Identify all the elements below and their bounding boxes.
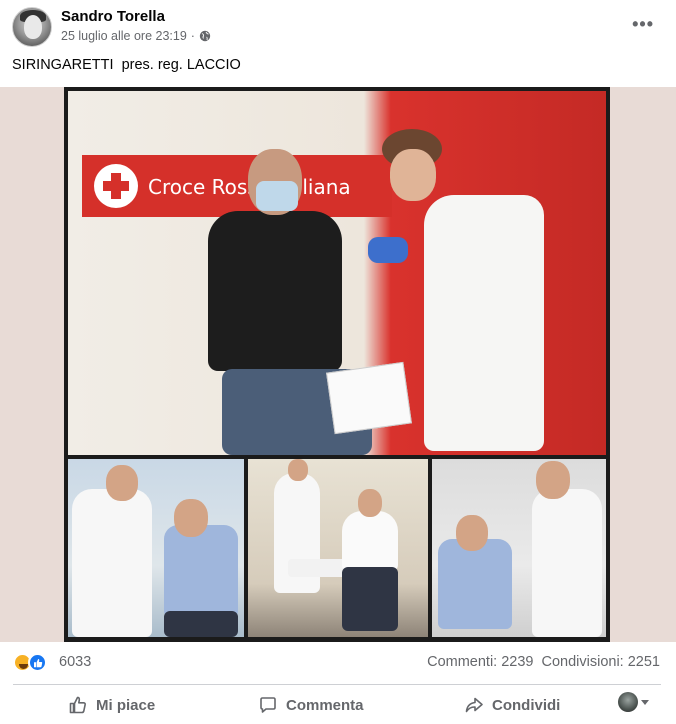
doctor-coat — [72, 489, 152, 637]
doctor-head — [536, 461, 570, 499]
doctor-coat — [532, 489, 602, 637]
main-photo[interactable]: Croce Rossa Italiana — [68, 91, 606, 455]
author-avatar[interactable] — [12, 7, 52, 47]
chevron-down-icon — [641, 699, 649, 705]
patient-head — [456, 515, 488, 551]
nurse-figure — [368, 127, 588, 453]
comments-count[interactable]: Commenti: 2239 — [427, 654, 533, 670]
doctor-head — [106, 465, 138, 501]
share-label: Condividi — [492, 696, 561, 714]
doctor-head — [288, 459, 308, 481]
engagement-stats: Commenti: 2239 Condivisioni: 2251 — [427, 654, 660, 670]
reaction-icons[interactable] — [13, 653, 53, 673]
blue-shirt — [164, 525, 238, 617]
like-icon — [28, 653, 47, 672]
avatar-face — [24, 15, 42, 39]
surgical-mask — [256, 181, 298, 211]
reaction-count[interactable]: 6033 — [59, 654, 91, 670]
user-avatar — [618, 692, 638, 712]
shares-count[interactable]: Condivisioni: 2251 — [542, 654, 661, 670]
reactions-bar: 6033 Commenti: 2239 Condivisioni: 2251 — [0, 650, 676, 676]
patient-head — [358, 489, 382, 517]
post-media[interactable]: Croce Rossa Italiana — [0, 87, 676, 642]
trousers — [342, 567, 398, 631]
divider — [13, 684, 661, 685]
blue-shirt — [438, 539, 512, 629]
comment-icon — [260, 697, 276, 713]
globe-icon — [199, 30, 211, 42]
author-name[interactable]: Sandro Torella — [61, 8, 165, 25]
photo-thumbnail-1[interactable] — [68, 459, 244, 637]
photo-collage: Croce Rossa Italiana — [64, 87, 610, 642]
photo-thumbnail-2[interactable] — [248, 459, 428, 637]
nurse-head — [390, 149, 436, 201]
red-cross-logo — [94, 164, 138, 208]
post-timestamp[interactable]: 25 luglio alle ore 23:19 — [61, 29, 187, 43]
comment-label: Commenta — [286, 696, 364, 714]
post-text: SIRINGARETTI pres. reg. LACCIO — [12, 57, 241, 73]
patient-head — [174, 499, 208, 537]
action-bar: Mi piace Commenta Condividi — [0, 690, 676, 720]
white-shirt — [342, 511, 398, 571]
more-options-button[interactable]: ••• — [632, 14, 654, 35]
thumbs-up-icon — [33, 658, 42, 667]
post-meta-separator: · — [190, 29, 195, 43]
black-shirt — [208, 211, 342, 371]
share-icon — [465, 697, 483, 713]
seated-man-figure — [198, 149, 372, 455]
share-button[interactable]: Condividi — [464, 692, 560, 718]
audience-selector[interactable] — [618, 692, 649, 712]
post-meta: 25 luglio alle ore 23:19 · — [61, 29, 211, 43]
like-label: Mi piace — [96, 696, 156, 714]
post-header: Sandro Torella 25 luglio alle ore 23:19 … — [0, 0, 676, 50]
comment-button[interactable]: Commenta — [258, 692, 364, 718]
like-button[interactable]: Mi piace — [68, 692, 155, 718]
white-coat — [424, 195, 544, 451]
blue-glove — [368, 237, 408, 263]
photo-thumbnail-3[interactable] — [432, 459, 606, 637]
trousers — [164, 611, 238, 637]
thumbs-up-outline-icon — [69, 696, 86, 714]
